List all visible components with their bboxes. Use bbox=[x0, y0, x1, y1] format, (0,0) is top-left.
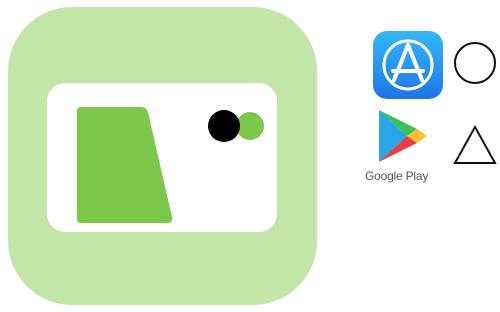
card-illustration bbox=[47, 83, 277, 232]
app-store-icon[interactable] bbox=[373, 31, 443, 99]
green-dot bbox=[236, 112, 264, 140]
card-slot-shape bbox=[77, 107, 173, 223]
google-play-icon[interactable] bbox=[377, 108, 429, 164]
card-app-icon bbox=[8, 7, 317, 305]
triangle-mark-icon bbox=[452, 124, 498, 166]
card-graphic bbox=[77, 107, 264, 223]
google-play-label: Google Play bbox=[365, 169, 429, 183]
black-dot bbox=[208, 110, 240, 142]
circle-mark-icon bbox=[452, 40, 498, 86]
